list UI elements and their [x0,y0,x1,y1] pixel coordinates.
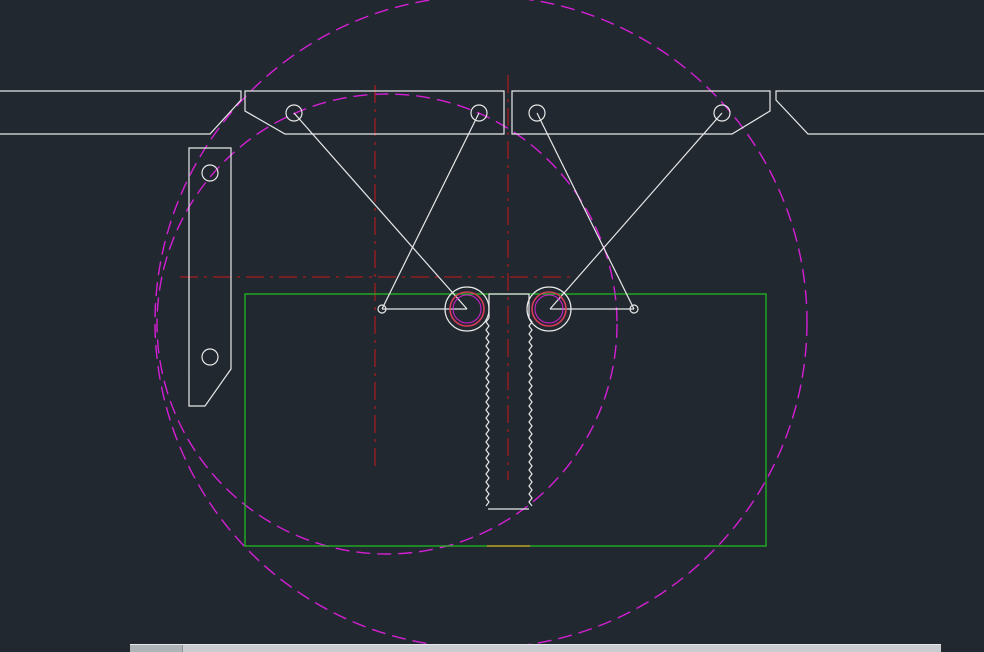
side-link-hole-bottom [201,348,219,366]
screw-thread-left [485,317,490,507]
cad-canvas-window[interactable] [0,0,984,652]
construction-circle-left [156,93,618,555]
screw-thread-right [528,317,533,507]
command-line-bar[interactable] [130,644,941,652]
side-link-hole-top [201,164,219,182]
boundary-rectangle [244,293,767,547]
screw-head [488,293,530,318]
construction-circle-large [154,0,808,649]
link-line-1 [293,112,468,310]
link-line-4 [549,112,723,310]
drawing-canvas[interactable] [0,0,984,652]
link-line-3 [536,112,635,310]
plate-right [511,90,771,135]
plate-far-left [0,90,242,135]
link-line-2 [381,112,480,310]
grip-handle-icon[interactable] [130,645,183,652]
plate-far-right [775,90,984,135]
